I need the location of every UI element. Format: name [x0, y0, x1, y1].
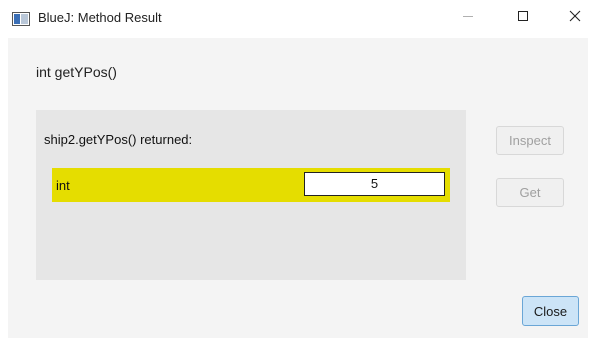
inspect-button[interactable]: Inspect	[496, 126, 564, 155]
close-window-button[interactable]	[552, 0, 593, 36]
minimize-icon	[462, 9, 474, 27]
minimize-button[interactable]	[445, 0, 491, 36]
get-button[interactable]: Get	[496, 178, 564, 207]
result-row[interactable]: int 5	[52, 168, 450, 202]
bluej-app-icon	[12, 12, 30, 26]
result-value-field[interactable]: 5	[304, 172, 445, 196]
method-result-window: BlueJ: Method Result int getYPos() ship2…	[0, 0, 593, 345]
close-icon	[569, 9, 581, 27]
title-bar[interactable]: BlueJ: Method Result	[0, 0, 593, 38]
window-title: BlueJ: Method Result	[38, 10, 162, 25]
returned-label: ship2.getYPos() returned:	[44, 132, 193, 147]
maximize-button[interactable]	[500, 0, 546, 36]
dialog-body: int getYPos() ship2.getYPos() returned: …	[8, 38, 588, 338]
method-signature: int getYPos()	[36, 64, 117, 80]
result-panel: ship2.getYPos() returned: int 5	[36, 110, 466, 280]
result-type-label: int	[56, 178, 70, 193]
maximize-icon	[517, 9, 529, 27]
close-button[interactable]: Close	[522, 296, 579, 326]
